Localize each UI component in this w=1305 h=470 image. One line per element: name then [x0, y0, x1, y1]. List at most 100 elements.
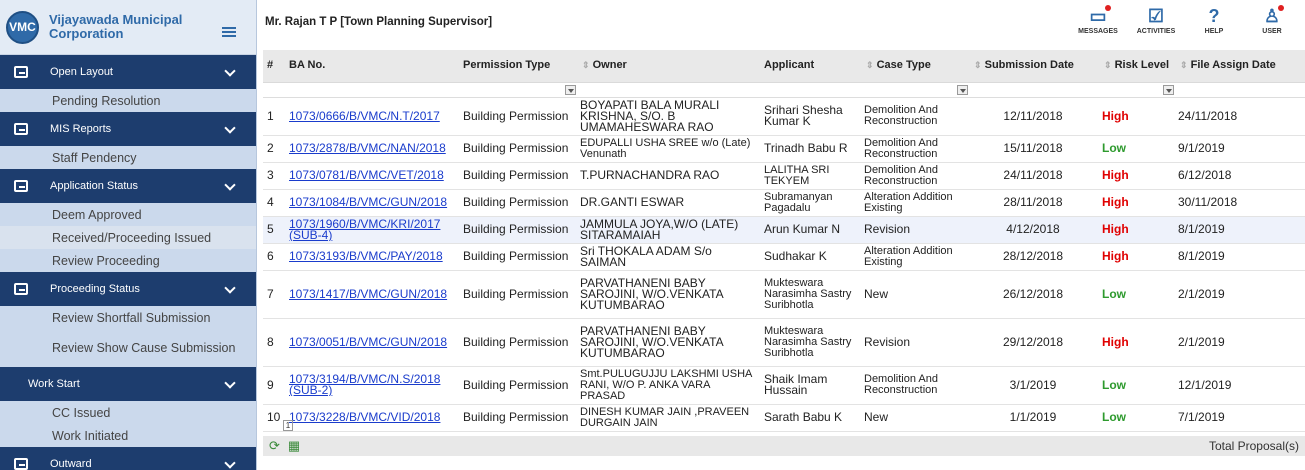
risk-level: Low — [1098, 135, 1174, 163]
sort-icon: ⇕ — [974, 60, 982, 71]
risk-level: Low — [1098, 270, 1174, 319]
table-row[interactable]: 4 1073/1084/B/VMC/GUN/2018 Building Perm… — [263, 189, 1305, 217]
risk-level: High — [1098, 318, 1174, 367]
report-icon — [14, 123, 28, 135]
table-row[interactable]: 5 1073/1960/B/VMC/KRI/2017 (SUB-4) Build… — [263, 216, 1305, 244]
notification-dot — [1104, 5, 1111, 11]
risk-level: Low — [1098, 404, 1174, 432]
col-header[interactable]: ⇕ Risk Level — [1098, 50, 1174, 83]
top-bar: Mr. Rajan T P [Town Planning Supervisor]… — [257, 0, 1305, 44]
col-header[interactable]: BA No. — [285, 50, 459, 83]
report-icon — [14, 283, 28, 295]
col-header[interactable]: Applicant — [760, 50, 860, 83]
col-header[interactable]: ⇕ Owner — [576, 50, 760, 83]
ba-link[interactable]: 1073/1417/B/VMC/GUN/2018 — [289, 289, 455, 300]
nav-item-deem-approved[interactable]: Deem Approved — [0, 203, 256, 226]
nav-item-work-initiated[interactable]: Work Initiated — [0, 424, 256, 447]
chevron-down-icon — [224, 377, 236, 389]
sort-icon: ⇕ — [866, 60, 874, 71]
user-icon: ♙ — [1264, 4, 1285, 28]
table-row[interactable]: 1 1073/0666/B/VMC/N.T/2017 Building Perm… — [263, 97, 1305, 136]
col-header[interactable]: ⇕ File Assign Date — [1174, 50, 1305, 83]
ba-link[interactable]: 1073/1960/B/VMC/KRI/2017 (SUB-4) — [289, 219, 455, 241]
ba-link[interactable]: 1073/0666/B/VMC/N.T/2017 — [289, 111, 455, 122]
col-header[interactable]: ⇕ Case Type — [860, 50, 968, 83]
notification-dot — [1278, 5, 1285, 11]
help-button[interactable]: ? HELP — [1185, 4, 1243, 35]
folder-icon — [14, 458, 28, 470]
message-icon: ▭ — [1089, 4, 1111, 28]
nav-section-outward[interactable]: Outward — [0, 447, 256, 470]
report-icon — [14, 180, 28, 192]
nav-section-work-start[interactable]: Work Start — [0, 367, 256, 401]
ba-link[interactable]: 1073/3194/B/VMC/N.S/2018 (SUB-2) — [289, 374, 455, 396]
nav-item-review-shortfall-submission[interactable]: Review Shortfall Submission — [0, 306, 256, 329]
risk-level: Low — [1098, 366, 1174, 405]
ba-link[interactable]: 1073/2878/B/VMC/NAN/2018 — [289, 143, 455, 154]
table-row[interactable]: 10 1073/3228/B/VMC/VID/2018 Building Per… — [263, 404, 1305, 432]
logo-icon: VMC — [6, 10, 39, 44]
col-header[interactable]: ⇕ Submission Date — [968, 50, 1098, 83]
nav-section-open-layout[interactable]: Open Layout — [0, 55, 256, 89]
ba-link[interactable]: 1073/1084/B/VMC/GUN/2018 — [289, 197, 455, 208]
nav-item-received-proceeding-issued[interactable]: Received/Proceeding Issued — [0, 226, 256, 249]
sort-icon: ⇕ — [1104, 60, 1112, 71]
nav-item-review-show-cause-submission[interactable]: Review Show Cause Submission — [0, 329, 256, 367]
risk-level: High — [1098, 189, 1174, 217]
nav-item-staff-pendency[interactable]: Staff Pendency — [0, 146, 256, 169]
nav-item-cc-issued[interactable]: CC Issued — [0, 401, 256, 424]
page-number[interactable]: 1 — [283, 420, 293, 431]
risk-level: High — [1098, 97, 1174, 136]
ba-link[interactable]: 1073/0051/B/VMC/GUN/2018 — [289, 337, 455, 348]
messages-button[interactable]: ▭ MESSAGES — [1069, 4, 1127, 35]
sort-icon: ⇕ — [582, 60, 590, 71]
nav-item-review-proceeding[interactable]: Review Proceeding — [0, 249, 256, 272]
chevron-down-icon — [224, 457, 236, 469]
chevron-down-icon — [224, 65, 236, 77]
table-row[interactable]: 6 1073/3193/B/VMC/PAY/2018 Building Perm… — [263, 243, 1305, 271]
ba-link[interactable]: 1073/3228/B/VMC/VID/2018 — [289, 412, 455, 423]
help-icon: ? — [1208, 6, 1220, 26]
risk-level: High — [1098, 216, 1174, 244]
nav-item-pending-resolution[interactable]: Pending Resolution — [0, 89, 256, 112]
risk-level: High — [1098, 243, 1174, 271]
total-proposals: Total Proposal(s) — [1208, 439, 1299, 453]
activities-button[interactable]: ☑ ACTIVITIES — [1127, 4, 1185, 35]
nav-section-mis-reports[interactable]: MIS Reports — [0, 112, 256, 146]
main-content: Mr. Rajan T P [Town Planning Supervisor]… — [257, 0, 1305, 470]
chevron-down-icon — [224, 122, 236, 134]
col-header: # — [263, 50, 285, 83]
sort-icon: ⇕ — [1180, 60, 1188, 71]
user-title: Mr. Rajan T P [Town Planning Supervisor] — [265, 16, 493, 28]
ba-link[interactable]: 1073/0781/B/VMC/VET/2018 — [289, 170, 455, 181]
table-header-row: # BA No. Permission Type ⇕ Owner Applica… — [263, 50, 1305, 83]
folder-icon — [14, 66, 28, 78]
menu-toggle-icon[interactable] — [222, 27, 236, 37]
ba-link[interactable]: 1073/3193/B/VMC/PAY/2018 — [289, 251, 455, 262]
table-footer: ⟳ ▦ Total Proposal(s) — [263, 436, 1305, 456]
brand-name: Vijayawada Municipal Corporation — [49, 12, 183, 41]
sidebar: VMC Vijayawada Municipal Corporation Ope… — [0, 0, 257, 470]
refresh-icon[interactable]: ⟳ — [269, 438, 280, 454]
brand-header: VMC Vijayawada Municipal Corporation — [0, 0, 256, 55]
filter-dropdown-icon[interactable] — [957, 84, 968, 95]
table-row[interactable]: 9 1073/3194/B/VMC/N.S/2018 (SUB-2) Build… — [263, 366, 1305, 405]
chevron-down-icon — [224, 179, 236, 191]
activities-icon: ☑ — [1147, 6, 1165, 26]
risk-level: High — [1098, 162, 1174, 190]
export-excel-icon[interactable]: ▦ — [288, 438, 300, 454]
nav-section-proceeding-status[interactable]: Proceeding Status — [0, 272, 256, 306]
filter-dropdown-icon[interactable] — [1163, 84, 1174, 95]
chevron-down-icon — [224, 282, 236, 294]
nav-section-application-status[interactable]: Application Status — [0, 169, 256, 203]
user-button[interactable]: ♙ USER — [1243, 4, 1301, 35]
table-row[interactable]: 2 1073/2878/B/VMC/NAN/2018 Building Perm… — [263, 135, 1305, 163]
proposals-table: # BA No. Permission Type ⇕ Owner Applica… — [263, 50, 1305, 432]
table-row[interactable]: 3 1073/0781/B/VMC/VET/2018 Building Perm… — [263, 162, 1305, 190]
filter-dropdown-icon[interactable] — [565, 84, 576, 95]
app: VMC Vijayawada Municipal Corporation Ope… — [0, 0, 1305, 470]
table-row[interactable]: 7 1073/1417/B/VMC/GUN/2018 Building Perm… — [263, 270, 1305, 319]
col-header[interactable]: Permission Type — [459, 50, 576, 83]
toolbar: ▭ MESSAGES ☑ ACTIVITIES ? HELP ♙ USER — [1069, 4, 1301, 35]
table-row[interactable]: 8 1073/0051/B/VMC/GUN/2018 Building Perm… — [263, 318, 1305, 367]
